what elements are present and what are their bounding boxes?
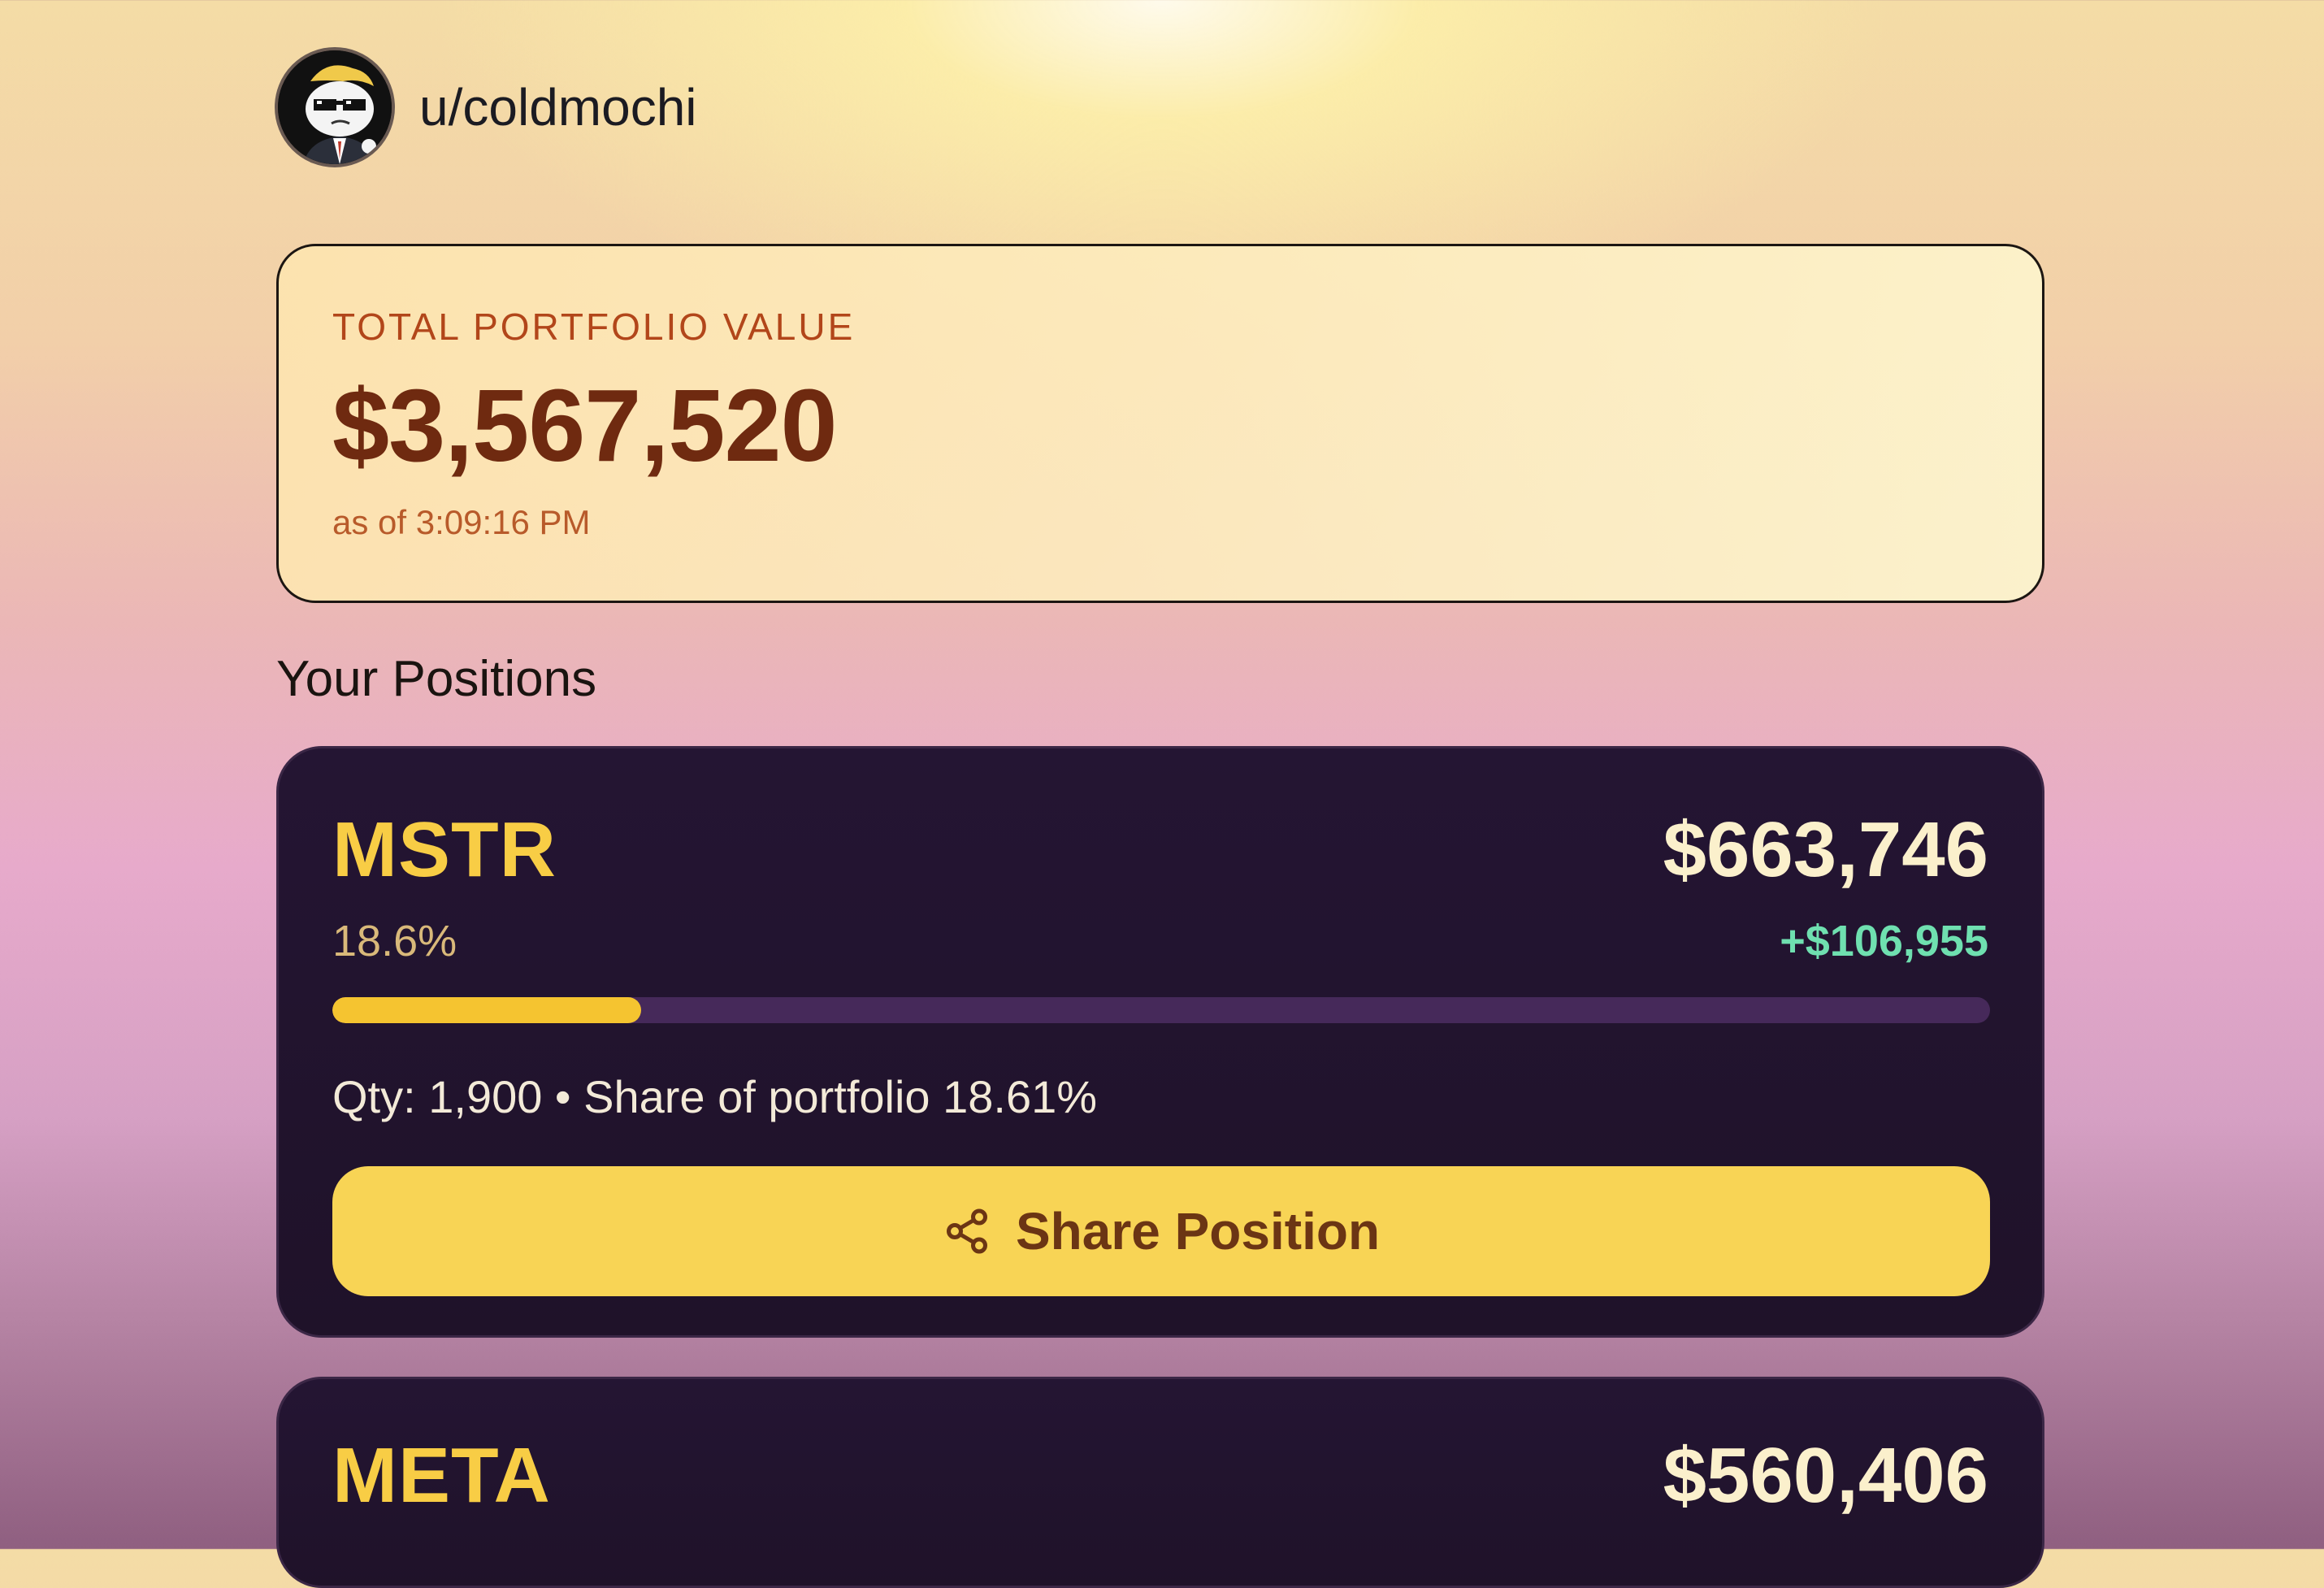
total-portfolio-card: TOTAL PORTFOLIO VALUE $3,567,520 as of 3… [276,244,2044,603]
position-details: Qty: 1,900 • Share of portfolio 18.61% [332,1071,1098,1122]
user-header: u/coldmochi [275,47,697,167]
positions-heading: Your Positions [276,651,597,707]
position-percent: 18.6% [332,917,457,965]
position-card-mstr: MSTR $663,746 18.6% +$106,955 Qty: 1,900… [276,746,2044,1338]
portfolio-share-bar [332,997,1990,1023]
share-icon [943,1207,991,1256]
position-gain: +$106,955 [1780,917,1988,965]
position-card-meta: META $560,406 [276,1377,2044,1588]
portfolio-share-bar-fill [332,997,641,1023]
position-value: $560,406 [1663,1432,1988,1519]
share-position-button[interactable]: Share Position [332,1166,1990,1296]
username[interactable]: u/coldmochi [419,77,697,137]
position-ticker: MSTR [332,806,557,893]
position-value: $663,746 [1663,806,1988,893]
total-portfolio-label: TOTAL PORTFOLIO VALUE [332,306,856,348]
share-position-label: Share Position [1015,1202,1381,1260]
avatar[interactable] [275,47,395,167]
portfolio-timestamp: as of 3:09:16 PM [332,503,591,541]
wsb-mascot-icon [278,50,392,164]
position-ticker: META [332,1432,551,1519]
total-portfolio-value: $3,567,520 [332,368,838,483]
